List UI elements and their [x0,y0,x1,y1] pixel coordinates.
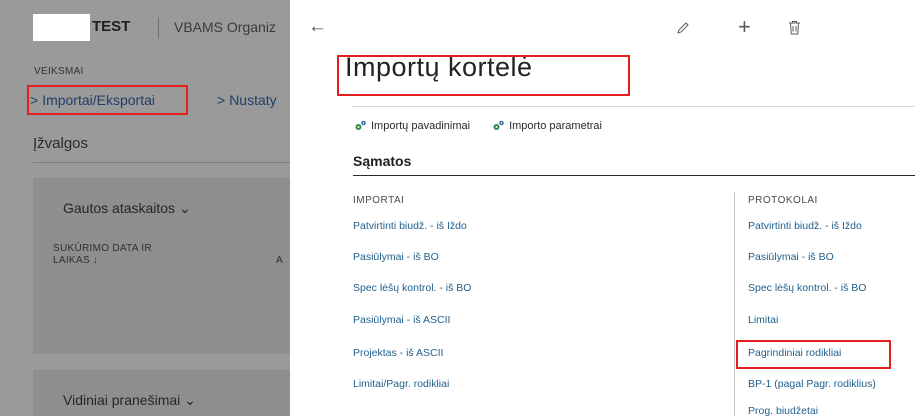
protocol-link[interactable]: BP-1 (pagal Pagr. rodiklius) [748,378,876,390]
import-link[interactable]: Spec lėšų kontrol. - iš BO [353,282,471,294]
import-card-page: ← + Importų kortelė Importų pavadinimai … [290,0,915,416]
back-arrow-icon[interactable]: ← [308,17,327,37]
import-link[interactable]: Pasiūlymai - iš BO [353,251,439,263]
protocol-link[interactable]: Patvirtinti biudž. - iš Iždo [748,220,862,232]
nav-link-settings[interactable]: > Nustaty [217,92,277,108]
column-header-second[interactable]: A [276,255,283,266]
protocol-link[interactable]: Prog. biudžetai [748,405,818,416]
import-link[interactable]: Limitai/Pagr. rodikliai [353,378,449,390]
title-divider [352,106,915,107]
chevron-right-icon: > [217,92,226,108]
section-title[interactable]: Sąmatos [353,153,411,169]
protocols-heading: PROTOKOLAI [748,195,818,206]
import-link[interactable]: Projektas - iš ASCII [353,347,443,359]
import-link[interactable]: Patvirtinti biudž. - iš Iždo [353,220,467,232]
protocol-link[interactable]: Pasiūlymai - iš BO [748,251,834,263]
card-title-label: Gautos ataskaitos [63,200,176,216]
received-reports-card: Gautos ataskaitos ⌄ SUKŪRIMO DATA IR LAI… [33,178,290,354]
imports-heading: IMPORTAI [353,195,405,206]
chevron-down-icon: ⌄ [184,392,196,408]
protocol-link[interactable]: Spec lėšų kontrol. - iš BO [748,282,866,294]
gear-icon [355,120,366,130]
import-link[interactable]: Pasiūlymai - iš ASCII [353,314,450,326]
chevron-down-icon: ⌄ [178,200,191,216]
action-bar: Importų pavadinimai Importo parametrai [354,119,602,132]
header-divider [158,17,159,39]
column-divider [734,192,735,416]
column-header-created[interactable]: SUKŪRIMO DATA IR LAIKAS ↓ [53,243,203,267]
highlight-box-title [337,55,630,96]
edit-icon[interactable] [676,20,690,38]
insights-heading: Įžvalgos [33,135,89,152]
nav-link-label: Nustaty [229,92,277,108]
background-header: TEST VBAMS Organiz [0,0,290,50]
delete-icon[interactable] [788,20,801,38]
internal-messages-card: Vidiniai pranešimai ⌄ [33,370,290,416]
company-logo-placeholder [33,14,90,41]
background-role-center: TEST VBAMS Organiz VEIKSMAI > Importai/Ek… [0,0,290,416]
app-name: TEST [92,18,131,35]
protocol-link[interactable]: Limitai [748,314,778,326]
action-label: Importų pavadinimai [371,119,471,132]
action-import-params[interactable]: Importo parametrai [492,119,602,132]
received-reports-title[interactable]: Gautos ataskaitos ⌄ [63,200,191,217]
actions-heading: VEIKSMAI [34,66,84,77]
insights-divider [33,162,290,163]
highlight-box-link [736,340,891,369]
organization-name[interactable]: VBAMS Organiz [174,19,276,35]
section-divider [353,175,915,176]
column-header-line: SUKŪRIMO DATA IR [53,243,152,254]
action-import-names[interactable]: Importų pavadinimai [354,119,470,132]
highlight-box-nav [27,85,188,115]
action-label: Importo parametrai [509,119,602,132]
gear-icon [493,120,504,130]
column-header-line: LAIKAS ↓ [53,255,99,266]
card-title-label: Vidiniai pranešimai [63,392,181,408]
add-icon[interactable]: + [738,16,751,38]
internal-messages-title[interactable]: Vidiniai pranešimai ⌄ [63,392,196,409]
